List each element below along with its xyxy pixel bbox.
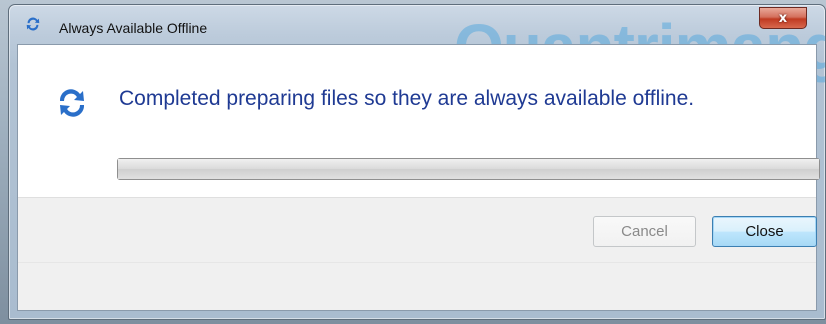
dialog-window: Always Available Offline x Quantrimang C… (8, 4, 826, 320)
content-panel: Completed preparing files so they are al… (18, 45, 820, 197)
title-bar[interactable]: Always Available Offline x (9, 5, 825, 41)
dialog-client-area: Completed preparing files so they are al… (17, 44, 820, 311)
cancel-button[interactable]: Cancel (593, 216, 696, 247)
button-footer: Cancel Close (18, 197, 817, 262)
bottom-strip (18, 262, 816, 310)
progress-fill (118, 159, 819, 179)
close-icon: x (778, 10, 788, 26)
close-button[interactable]: Close (712, 216, 817, 247)
window-title: Always Available Offline (59, 20, 208, 36)
status-message: Completed preparing files so they are al… (119, 87, 695, 110)
sync-arrows-icon (26, 17, 40, 31)
sync-arrows-icon (59, 89, 85, 117)
window-close-button[interactable]: x (759, 7, 807, 29)
progress-bar (117, 158, 820, 180)
